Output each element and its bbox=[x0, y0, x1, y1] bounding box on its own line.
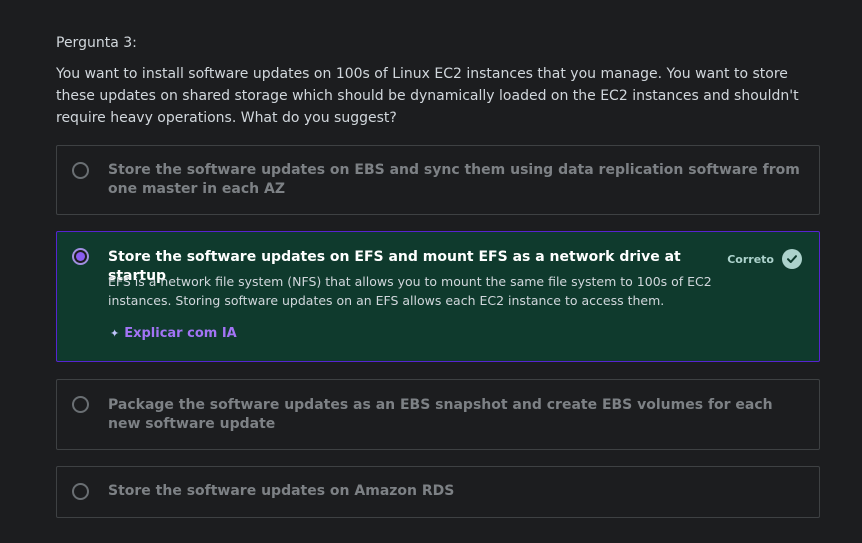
correct-status: Correto bbox=[727, 249, 802, 269]
radio-button-selected[interactable] bbox=[72, 248, 89, 265]
answer-option-1[interactable]: Store the software updates on EBS and sy… bbox=[56, 145, 820, 215]
check-circle-icon bbox=[782, 249, 802, 269]
answer-option-2[interactable]: Store the software updates on EFS and mo… bbox=[56, 231, 820, 362]
explain-with-ai-label: Explicar com IA bbox=[124, 326, 237, 341]
answer-explanation: EFS is a network file system (NFS) that … bbox=[108, 274, 712, 308]
explain-with-ai-link[interactable]: ✦ Explicar com IA bbox=[110, 326, 237, 341]
radio-button[interactable] bbox=[72, 396, 89, 413]
sparkle-icon: ✦ bbox=[110, 327, 120, 340]
radio-button[interactable] bbox=[72, 483, 89, 500]
answer-option-text: Package the software updates as an EBS s… bbox=[108, 397, 773, 432]
answer-option-text: Store the software updates on EBS and sy… bbox=[108, 162, 800, 197]
question-text: You want to install software updates on … bbox=[56, 66, 799, 126]
answer-option-4[interactable]: Store the software updates on Amazon RDS bbox=[56, 466, 820, 518]
radio-button[interactable] bbox=[72, 162, 89, 179]
status-label: Correto bbox=[727, 252, 774, 266]
question-label: Pergunta 3: bbox=[56, 35, 137, 51]
answer-option-text: Store the software updates on Amazon RDS bbox=[108, 483, 455, 499]
answer-option-3[interactable]: Package the software updates as an EBS s… bbox=[56, 379, 820, 450]
